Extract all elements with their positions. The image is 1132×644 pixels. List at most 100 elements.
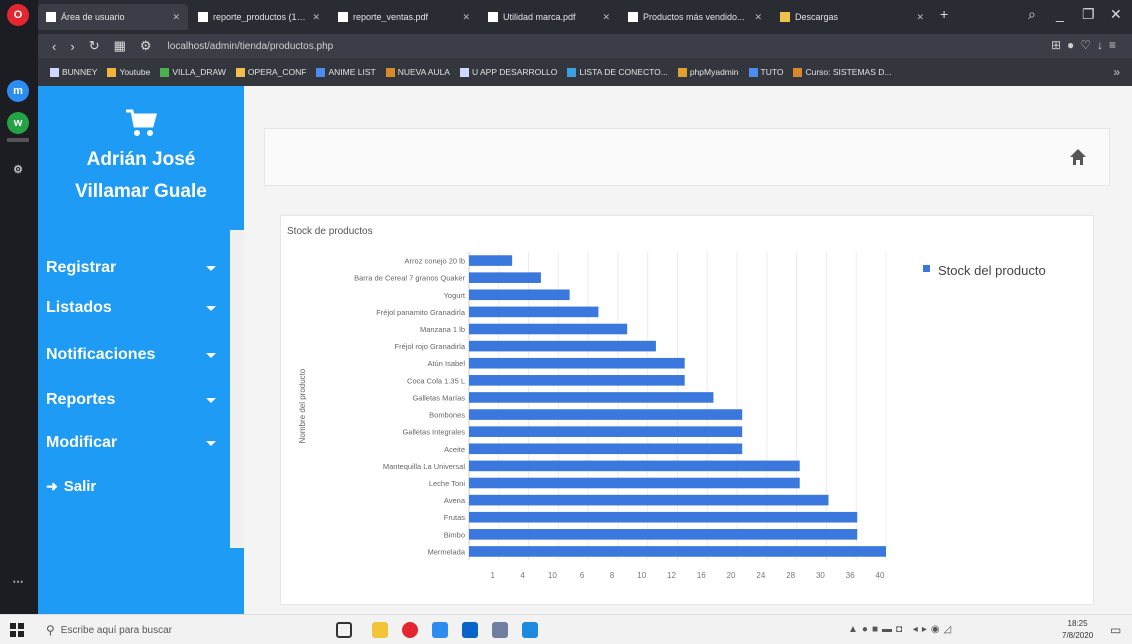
opera-logo-icon[interactable]: O (7, 4, 29, 26)
menu-listados[interactable]: Listados (46, 296, 216, 320)
caret-down-icon (206, 265, 216, 271)
menu-notificaciones[interactable]: Notificaciones (46, 343, 216, 367)
system-tray[interactable]: ▲●■▬◘ ◂▸◉◿ (848, 624, 955, 635)
bookmark-item[interactable]: BUNNEY (50, 67, 97, 77)
more-icon[interactable]: ⋯ (7, 570, 29, 592)
speed-dial-icon[interactable]: ▦ (114, 38, 126, 54)
messenger-icon[interactable]: m (7, 80, 29, 102)
bookmark-item[interactable]: VILLA_DRAW (160, 67, 226, 77)
tab-utilidad-marca[interactable]: Utilidad marca.pdf ✕ (480, 4, 618, 30)
bar (469, 426, 743, 437)
bookmark-item[interactable]: LISTA DE CONECTO... (567, 67, 668, 77)
taskbar-search[interactable]: ⚲ Escribe aquí para buscar (38, 618, 248, 642)
bookmark-label: LISTA DE CONECTO... (579, 67, 668, 77)
new-tab-icon[interactable]: + (940, 6, 948, 22)
bookmark-icon (748, 67, 758, 77)
url-field[interactable]: localhost/admin/tienda/productos.php (168, 41, 334, 52)
bookmark-item[interactable]: Youtube (107, 67, 150, 77)
file-explorer-icon[interactable] (372, 622, 388, 638)
chart-card: Stock de productos 1 4 10 6 8 10 12 16 20 24 28 30 3… (280, 215, 1094, 605)
bookmark-item[interactable]: OPERA_CONF (235, 67, 306, 77)
close-icon[interactable]: ✕ (916, 12, 924, 23)
menu-registrar[interactable]: Registrar (46, 256, 216, 280)
clock[interactable]: 18:25 7/8/2020 (1062, 618, 1093, 642)
bar (469, 323, 628, 335)
home-icon[interactable] (1069, 148, 1087, 166)
search-tabs-icon[interactable]: ⌕ (1028, 6, 1036, 23)
close-icon[interactable]: ✕ (312, 12, 320, 23)
x-tick-label: 36 (846, 571, 855, 580)
tab-productos-mas-vendidos[interactable]: Productos más vendido... ✕ (620, 4, 770, 30)
bookmark-item[interactable]: ANIME LIST (316, 67, 376, 77)
close-icon[interactable]: ✕ (462, 12, 470, 23)
legend-swatch (923, 265, 930, 272)
y-tick-label: Barra de Cereal 7 granos Quaker (354, 274, 465, 283)
bookmark-item[interactable]: TUTO (748, 67, 783, 77)
close-icon[interactable]: ✕ (172, 12, 180, 23)
tab-area-usuario[interactable]: Área de usuario ✕ (38, 4, 188, 30)
y-axis-label: Nombre del producto (298, 368, 307, 443)
bookmark-item[interactable]: U APP DESARROLLO (459, 67, 557, 77)
caret-down-icon (206, 352, 216, 358)
app-blue-icon[interactable] (432, 622, 448, 638)
address-actions[interactable]: ⊞●♡↓≡ (1051, 38, 1122, 52)
caret-down-icon (206, 397, 216, 403)
y-tick-label: Bimbo (444, 530, 465, 539)
back-icon[interactable]: ‹ (52, 39, 56, 54)
tab-reporte-ventas[interactable]: reporte_ventas.pdf ✕ (330, 4, 478, 30)
maximize-icon[interactable]: ❐ (1082, 6, 1095, 23)
site-info-icon[interactable]: ⚙ (140, 38, 152, 54)
y-tick-label: Aceite (444, 445, 465, 454)
close-icon[interactable]: ✕ (602, 12, 610, 23)
tab-reporte-productos[interactable]: reporte_productos (10)... ✕ (190, 4, 328, 30)
task-view-icon[interactable] (336, 622, 352, 638)
sidebar-scrollbar[interactable] (230, 230, 244, 548)
whatsapp-icon[interactable]: w (7, 112, 29, 134)
bookmark-item[interactable]: NUEVA AULA (385, 67, 450, 77)
sidebar: Adrián José Villamar Guale Registrar Lis… (38, 86, 244, 614)
windows-taskbar: ⚲ Escribe aquí para buscar ▲●■▬◘ ◂▸◉◿ 18… (0, 614, 1132, 644)
y-tick-label: Fréjol rojo Granadirla (395, 342, 466, 351)
tab-descargas[interactable]: Descargas ✕ (772, 4, 932, 30)
bookmark-icon (107, 67, 117, 77)
y-tick-label: Galletas Integrales (402, 428, 465, 437)
opera-icon[interactable] (402, 622, 418, 638)
bookmark-item[interactable]: phpMyadmin (677, 67, 739, 77)
page-icon (338, 12, 348, 22)
bookmarks-more-icon[interactable]: » (1113, 65, 1120, 79)
address-bar: ‹ › ↻ ▦ ⚙ localhost/admin/tienda/product… (38, 34, 1132, 58)
bookmark-label: Curso: SISTEMAS D... (805, 67, 892, 77)
vscode-icon[interactable] (522, 622, 538, 638)
bookmark-label: phpMyadmin (689, 67, 739, 77)
tab-bar: Área de usuario ✕ reporte_productos (10)… (38, 0, 1132, 34)
bar (469, 546, 886, 557)
x-tick-label: 1 (491, 571, 496, 580)
menu-modificar[interactable]: Modificar (46, 431, 216, 455)
settings-icon[interactable]: ⚙ (7, 158, 29, 180)
forward-icon[interactable]: › (70, 39, 74, 54)
main-content: Stock de productos 1 4 10 6 8 10 12 16 20 24 28 30 3… (244, 86, 1132, 614)
bookmark-icon (459, 67, 469, 77)
notification-icon[interactable]: ▭ (1110, 623, 1121, 637)
y-tick-label: Galletas Marías (412, 393, 465, 402)
bar (469, 357, 685, 369)
chart-legend[interactable]: Stock del producto (923, 263, 1046, 278)
tab-label: reporte_ventas.pdf (353, 12, 429, 22)
menu-reportes[interactable]: Reportes (46, 388, 216, 412)
page-icon (46, 12, 56, 22)
app-gray-icon[interactable] (492, 622, 508, 638)
close-icon[interactable]: ✕ (754, 12, 762, 23)
bar (469, 511, 858, 523)
minimize-icon[interactable]: _ (1056, 6, 1064, 22)
close-window-icon[interactable]: ✕ (1110, 6, 1122, 23)
outlook-icon[interactable] (462, 622, 478, 638)
bar (469, 494, 829, 506)
clock-date: 7/8/2020 (1062, 631, 1094, 640)
x-tick-label: 10 (637, 571, 646, 580)
bar (469, 392, 714, 403)
bookmark-item[interactable]: Curso: SISTEMAS D... (793, 67, 891, 77)
menu-label: Registrar (46, 259, 117, 276)
logout-button[interactable]: ➜ Salir (46, 478, 96, 495)
windows-start-icon[interactable] (10, 623, 24, 637)
reload-icon[interactable]: ↻ (89, 38, 100, 54)
